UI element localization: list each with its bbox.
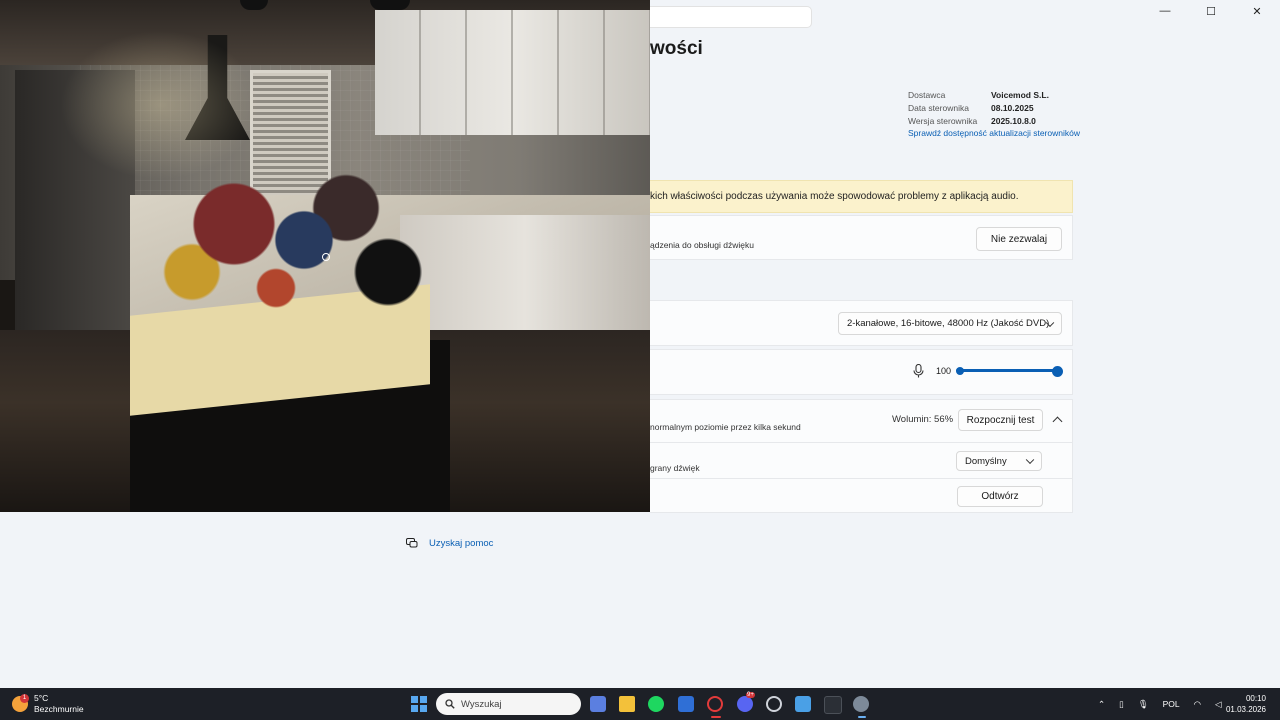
property-value: 08.10.2025 bbox=[991, 102, 1034, 113]
maximize-button[interactable]: ☐ bbox=[1188, 0, 1234, 22]
crosshair-icon bbox=[322, 253, 330, 261]
spotify-icon[interactable] bbox=[648, 696, 664, 712]
sound-value: Domyślny bbox=[965, 455, 1007, 467]
active-indicator bbox=[711, 716, 721, 718]
get-help-link[interactable]: Uzyskaj pomoc bbox=[406, 537, 493, 549]
page-title: wości bbox=[650, 38, 703, 59]
app-icon[interactable] bbox=[795, 696, 811, 712]
window-controls: — ☐ ✕ bbox=[1142, 0, 1280, 22]
disallow-button[interactable]: Nie zezwalaj bbox=[976, 227, 1062, 251]
active-indicator bbox=[858, 716, 866, 718]
format-value: 2-kanałowe, 16-bitowe, 48000 Hz (Jakość … bbox=[847, 318, 1050, 329]
clock[interactable]: 00:10 01.03.2026 bbox=[1226, 693, 1266, 715]
game-cabinet-lines bbox=[375, 10, 650, 135]
steam-icon[interactable] bbox=[766, 696, 782, 712]
discord-icon[interactable] bbox=[737, 696, 753, 712]
sound-dropdown[interactable]: Domyślny bbox=[956, 451, 1042, 471]
taskbar-search-placeholder: Wyszukaj bbox=[461, 698, 502, 710]
settings-icon[interactable] bbox=[853, 696, 869, 712]
opera-icon[interactable] bbox=[707, 696, 723, 712]
chevron-up-icon bbox=[1052, 416, 1062, 427]
format-dropdown[interactable]: 2-kanałowe, 16-bitowe, 48000 Hz (Jakość … bbox=[838, 312, 1062, 335]
sound-desc: grany dźwięk bbox=[650, 463, 700, 473]
game-window[interactable] bbox=[0, 0, 650, 512]
clock-time: 00:10 bbox=[1245, 694, 1266, 703]
search-icon bbox=[445, 699, 455, 709]
warning-banner: kich właściwości podczas używania może s… bbox=[650, 180, 1073, 213]
driver-update-link[interactable]: Sprawdź dostępność aktualizacji sterowni… bbox=[908, 127, 1080, 140]
collapse-button[interactable] bbox=[1046, 409, 1068, 431]
start-button[interactable] bbox=[411, 696, 427, 712]
property-row: Wersja sterownika 2025.10.8.0 bbox=[908, 115, 1080, 128]
volume-card bbox=[650, 349, 1073, 395]
weather-desc: Bezchmurnie bbox=[34, 704, 84, 714]
minimize-button[interactable]: — bbox=[1142, 0, 1188, 22]
terminal-icon[interactable] bbox=[824, 696, 842, 714]
weather-temp: 5°C bbox=[34, 693, 49, 703]
taskbar-search-input[interactable]: Wyszukaj bbox=[436, 693, 581, 715]
volume-slider-start bbox=[956, 367, 964, 375]
exclusive-mode-desc: ądzenia do obsługi dźwięku bbox=[650, 240, 754, 250]
settings-search-input[interactable] bbox=[640, 6, 812, 28]
game-light bbox=[60, 30, 260, 180]
store-icon[interactable] bbox=[590, 696, 606, 712]
divider bbox=[650, 442, 1073, 443]
folder-icon[interactable] bbox=[619, 696, 635, 712]
microphone-icon bbox=[913, 364, 924, 378]
clock-date: 01.03.2026 bbox=[1225, 705, 1266, 714]
close-button[interactable]: ✕ bbox=[1234, 0, 1280, 22]
help-icon bbox=[406, 538, 418, 548]
property-row: Data sterownika 08.10.2025 bbox=[908, 102, 1080, 115]
game-clutter bbox=[150, 160, 430, 320]
warning-text: kich właściwości podczas używania może s… bbox=[650, 191, 1019, 202]
chevron-up-icon[interactable]: ⌃ bbox=[1098, 699, 1105, 710]
test-desc: normalnym poziomie przez kilka sekund bbox=[650, 422, 801, 432]
weather-sun-icon: 1 bbox=[12, 694, 29, 712]
test-card: normalnym poziomie przez kilka sekund Wo… bbox=[650, 399, 1073, 513]
driver-properties: Dostawca Voicemod S.L. Data sterownika 0… bbox=[908, 89, 1080, 140]
weather-widget[interactable]: 1 5°C Bezchmurnie bbox=[12, 693, 84, 715]
property-key: Wersja sterownika bbox=[908, 115, 978, 126]
weather-badge: 1 bbox=[20, 694, 29, 703]
property-key: Dostawca bbox=[908, 90, 946, 100]
speaker-icon[interactable]: ◁ bbox=[1215, 699, 1222, 710]
divider bbox=[650, 478, 1073, 479]
system-tray: ⌃ ▯ 🎙 POL ◠ ◁ bbox=[1098, 688, 1222, 720]
discord-badge: 9+ bbox=[746, 692, 755, 698]
windows-logo-icon bbox=[411, 696, 418, 704]
taskbar: 1 5°C Bezchmurnie Wyszukaj 9+ ⌃ ▯ 🎙 POL … bbox=[0, 688, 1280, 720]
usb-icon[interactable]: ▯ bbox=[1119, 699, 1124, 710]
property-row: Dostawca Voicemod S.L. bbox=[908, 89, 1080, 102]
play-button[interactable]: Odtwórz bbox=[957, 486, 1043, 507]
property-value: 2025.10.8.0 bbox=[991, 115, 1036, 126]
volume-value: 100 bbox=[936, 366, 952, 376]
start-test-button[interactable]: Rozpocznij test bbox=[958, 409, 1043, 431]
property-key: Data sterownika bbox=[908, 102, 969, 113]
language-indicator[interactable]: POL bbox=[1163, 699, 1180, 709]
chevron-down-icon bbox=[1025, 455, 1035, 465]
volume-slider[interactable] bbox=[956, 369, 1058, 372]
format-card: 2-kanałowe, 16-bitowe, 48000 Hz (Jakość … bbox=[650, 300, 1073, 346]
property-value: Voicemod S.L. bbox=[991, 90, 1049, 100]
ceiling-lamp bbox=[370, 0, 410, 10]
wifi-icon[interactable]: ◠ bbox=[1194, 699, 1201, 710]
volume-slider-thumb[interactable] bbox=[1052, 366, 1063, 377]
test-volume-label: Wolumin: 56% bbox=[892, 414, 954, 425]
get-help-label: Uzyskaj pomoc bbox=[429, 537, 494, 549]
exclusive-mode-card: ądzenia do obsługi dźwięku Nie zezwalaj bbox=[650, 215, 1073, 260]
mail-icon[interactable] bbox=[678, 696, 694, 712]
microphone-icon[interactable]: 🎙 bbox=[1138, 699, 1149, 710]
